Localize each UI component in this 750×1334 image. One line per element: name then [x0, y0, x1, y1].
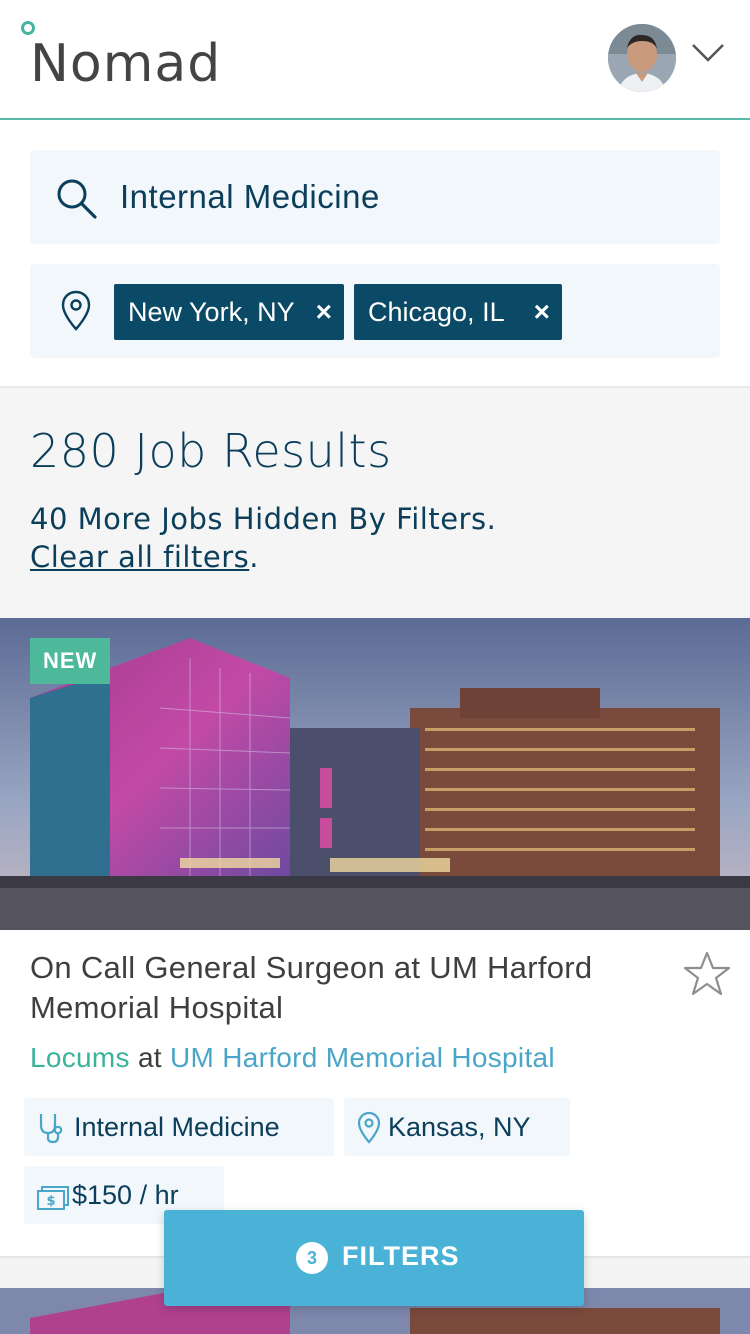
results-count: 280 Job Results [30, 424, 392, 478]
hidden-jobs-note: 40 More Jobs Hidden By Filters. [30, 502, 497, 536]
job-at-text: at [137, 1042, 162, 1073]
specialty-tag: Internal Medicine [24, 1098, 334, 1156]
hospital-photo: NEW [0, 618, 750, 930]
specialty-label: Internal Medicine [74, 1112, 280, 1142]
results-summary: 280 Job Results 40 More Jobs Hidden By F… [0, 390, 750, 616]
hospital-link[interactable]: UM Harford Memorial Hospital [170, 1042, 555, 1073]
map-pin-icon [357, 1111, 381, 1144]
user-avatar[interactable] [608, 24, 676, 92]
location-chip-new-york: New York, NY × [114, 284, 344, 340]
location-chip-chicago: Chicago, IL × [354, 284, 562, 340]
remove-chip-button[interactable]: × [534, 284, 550, 340]
stethoscope-icon [39, 1114, 63, 1144]
location-chip-label: Chicago, IL [368, 297, 505, 327]
job-title[interactable]: On Call General Surgeon at UM Harford Me… [30, 948, 650, 1028]
clear-all-filters-link[interactable]: Clear all filters [30, 540, 249, 574]
pay-label: $150 / hr [72, 1180, 179, 1210]
search-section: Internal Medicine New York, NY × Chicago… [0, 120, 750, 388]
filters-count-badge: 3 [296, 1242, 328, 1274]
job-type-link[interactable]: Locums [30, 1042, 130, 1073]
search-query[interactable]: Internal Medicine [120, 178, 380, 216]
job-card[interactable]: NEW On Call General Surgeon at UM Harfor… [0, 618, 750, 1258]
location-tag: Kansas, NY [344, 1098, 570, 1156]
app-logo[interactable]: Nomad [30, 34, 221, 94]
clear-filters-line: Clear all filters. [30, 540, 259, 574]
app-header: Nomad [0, 0, 750, 120]
remove-chip-button[interactable]: × [316, 284, 332, 340]
new-badge: NEW [30, 638, 111, 684]
money-icon: $ [37, 1186, 69, 1210]
svg-text:$: $ [46, 1194, 55, 1209]
filters-label: FILTERS [342, 1241, 460, 1271]
filters-button[interactable]: 3 FILTERS [164, 1210, 584, 1306]
star-outline-icon[interactable] [682, 950, 732, 998]
chevron-down-icon[interactable] [690, 38, 726, 66]
location-chip-label: New York, NY [128, 297, 295, 327]
clear-suffix: . [249, 540, 259, 574]
logo-dot [21, 21, 35, 35]
job-subtitle: Locums at UM Harford Memorial Hospital [30, 1042, 555, 1074]
map-pin-icon [61, 290, 91, 331]
location-label: Kansas, NY [388, 1112, 531, 1142]
search-icon [57, 179, 97, 219]
